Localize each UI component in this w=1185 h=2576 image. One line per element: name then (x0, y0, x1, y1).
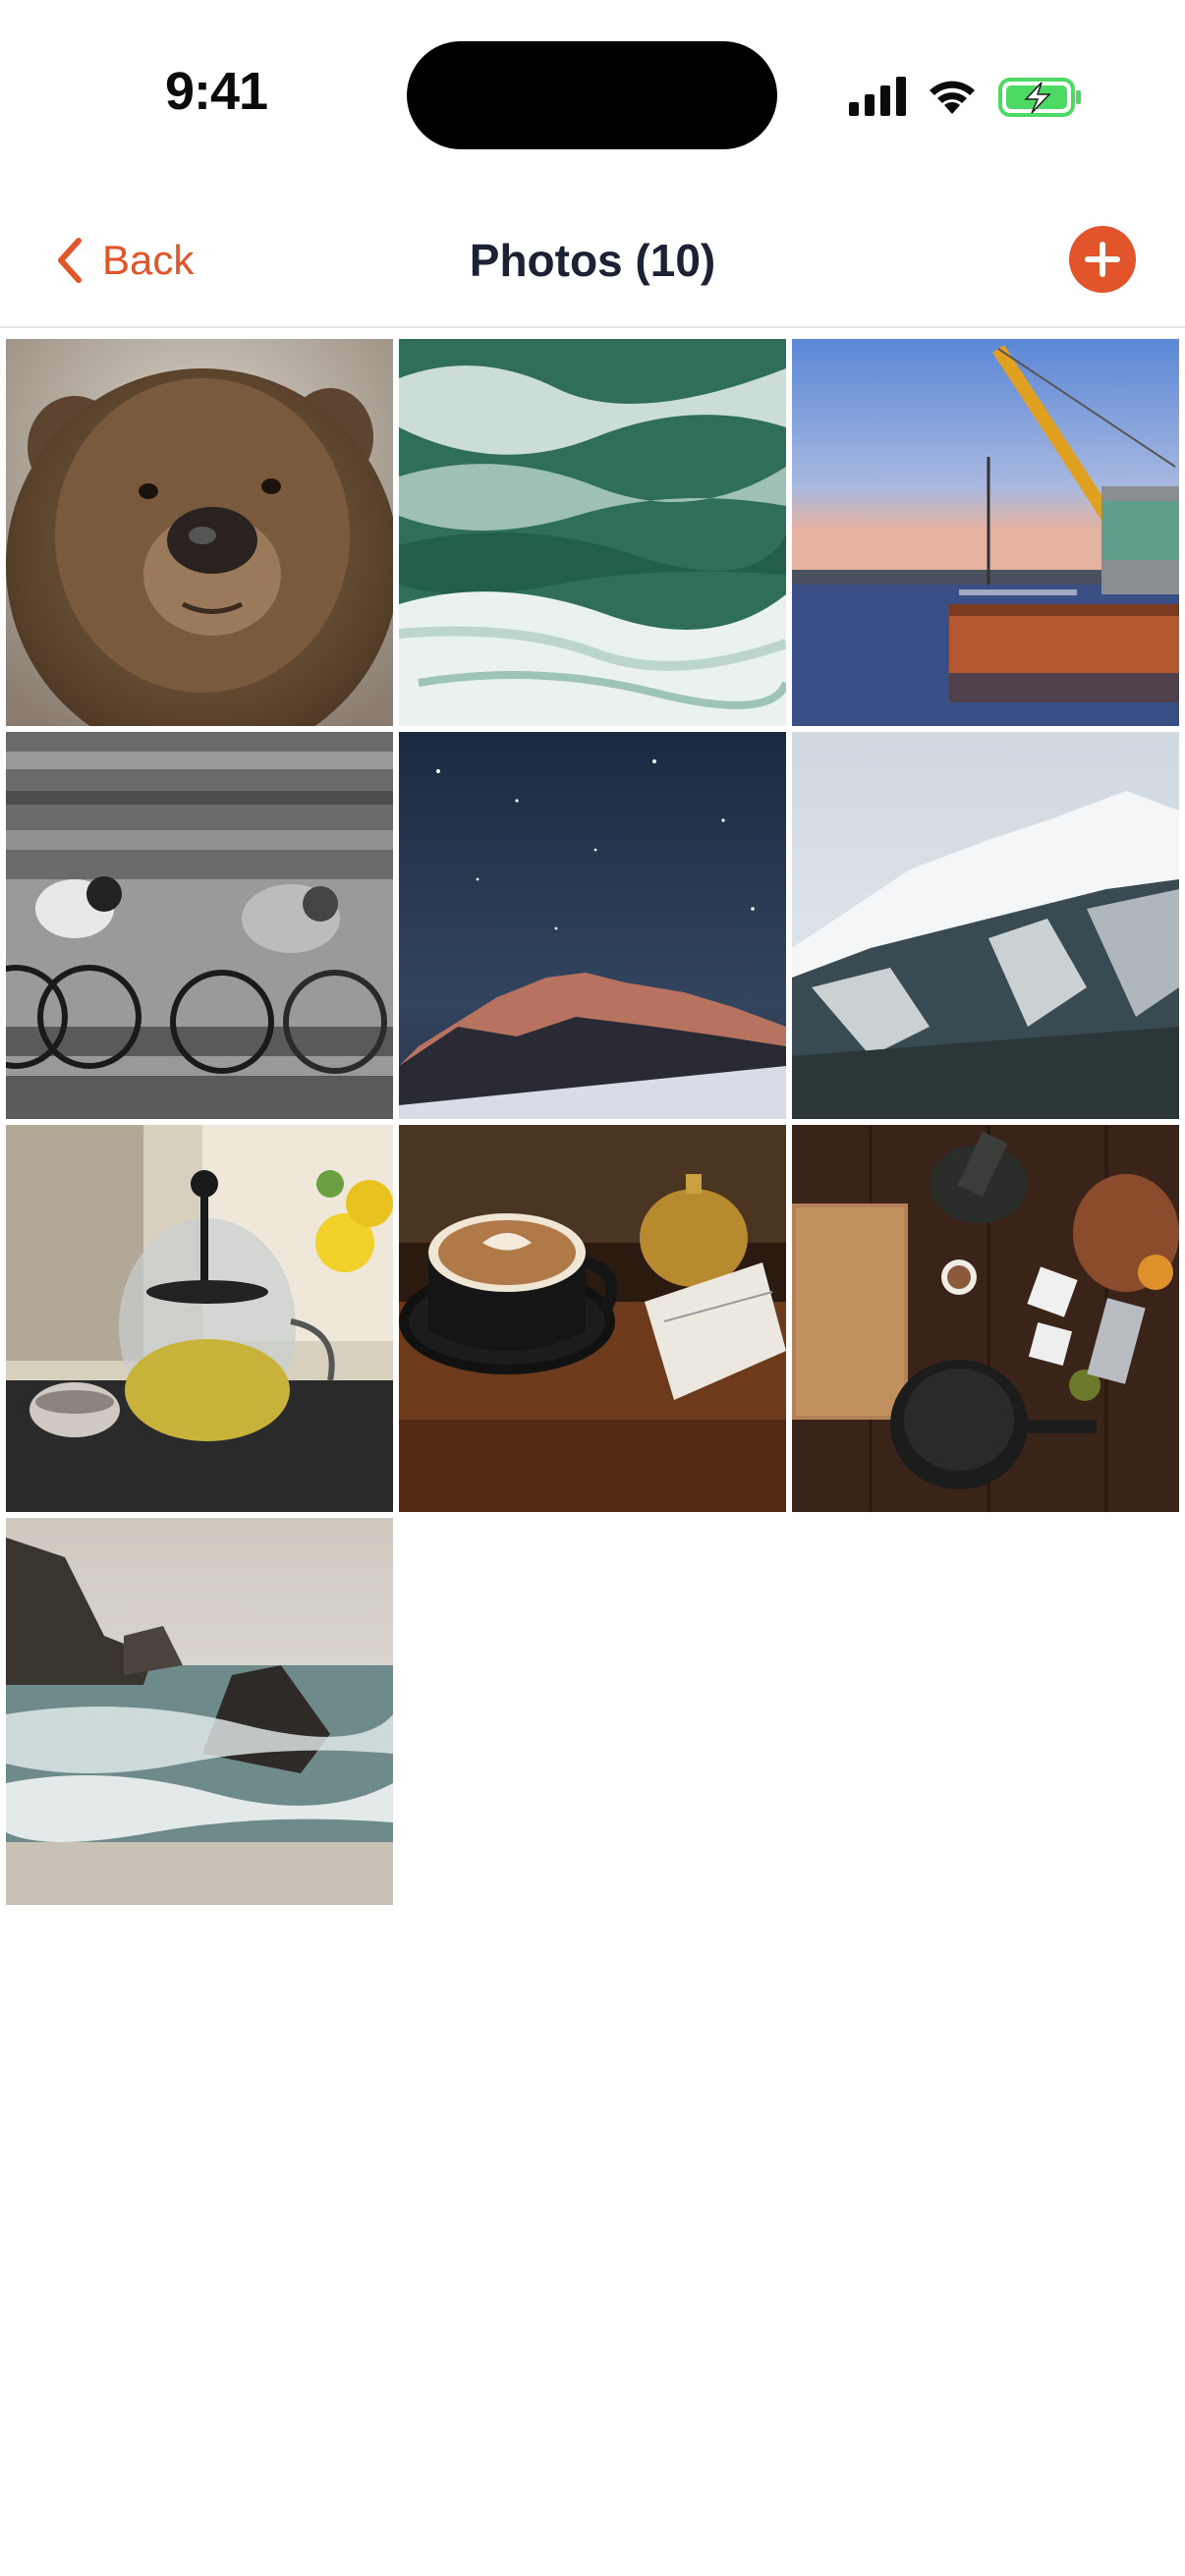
photos-screen: 9:41 Back Photos (10) (0, 0, 1185, 2576)
photo-thumbnail-cyclists[interactable] (6, 732, 393, 1119)
add-photo-button[interactable] (1069, 226, 1136, 293)
photo-thumbnail-night-mountain[interactable] (399, 732, 786, 1119)
photo-thumbnail-bear[interactable] (6, 339, 393, 726)
photo-thumbnail-sea-rocks[interactable] (6, 1518, 393, 1905)
photo-thumbnail-kitchen-table[interactable] (792, 1125, 1179, 1512)
photo-grid (6, 339, 1181, 1905)
dynamic-island (407, 41, 777, 149)
photo-thumbnail-teapot[interactable] (6, 1125, 393, 1512)
kitchen-table-image (792, 1125, 1179, 1512)
ocean-waves-image (399, 339, 786, 726)
photo-thumbnail-snowy-mountain[interactable] (792, 732, 1179, 1119)
wifi-icon (930, 81, 975, 114)
plus-icon (1085, 242, 1120, 277)
photo-thumbnail-ocean-waves[interactable] (399, 339, 786, 726)
battery-charging-icon (998, 78, 1081, 117)
cyclists-image (6, 732, 393, 1119)
page-title: Photos (10) (469, 235, 716, 286)
cellular-signal-icon (849, 77, 906, 116)
photo-thumbnail-coffee-latte[interactable] (399, 1125, 786, 1512)
navigation-bar: Back Photos (10) (0, 196, 1185, 328)
snowy-mountain-image (792, 732, 1179, 1119)
harbor-crane-image (792, 339, 1179, 726)
bear-image (6, 339, 393, 726)
coffee-latte-image (399, 1125, 786, 1512)
status-time: 9:41 (164, 62, 268, 121)
status-bar: 9:41 (0, 0, 1185, 187)
teapot-image (6, 1125, 393, 1512)
night-mountain-image (399, 732, 786, 1119)
sea-rocks-image (6, 1518, 393, 1905)
photo-thumbnail-harbor-crane[interactable] (792, 339, 1179, 726)
